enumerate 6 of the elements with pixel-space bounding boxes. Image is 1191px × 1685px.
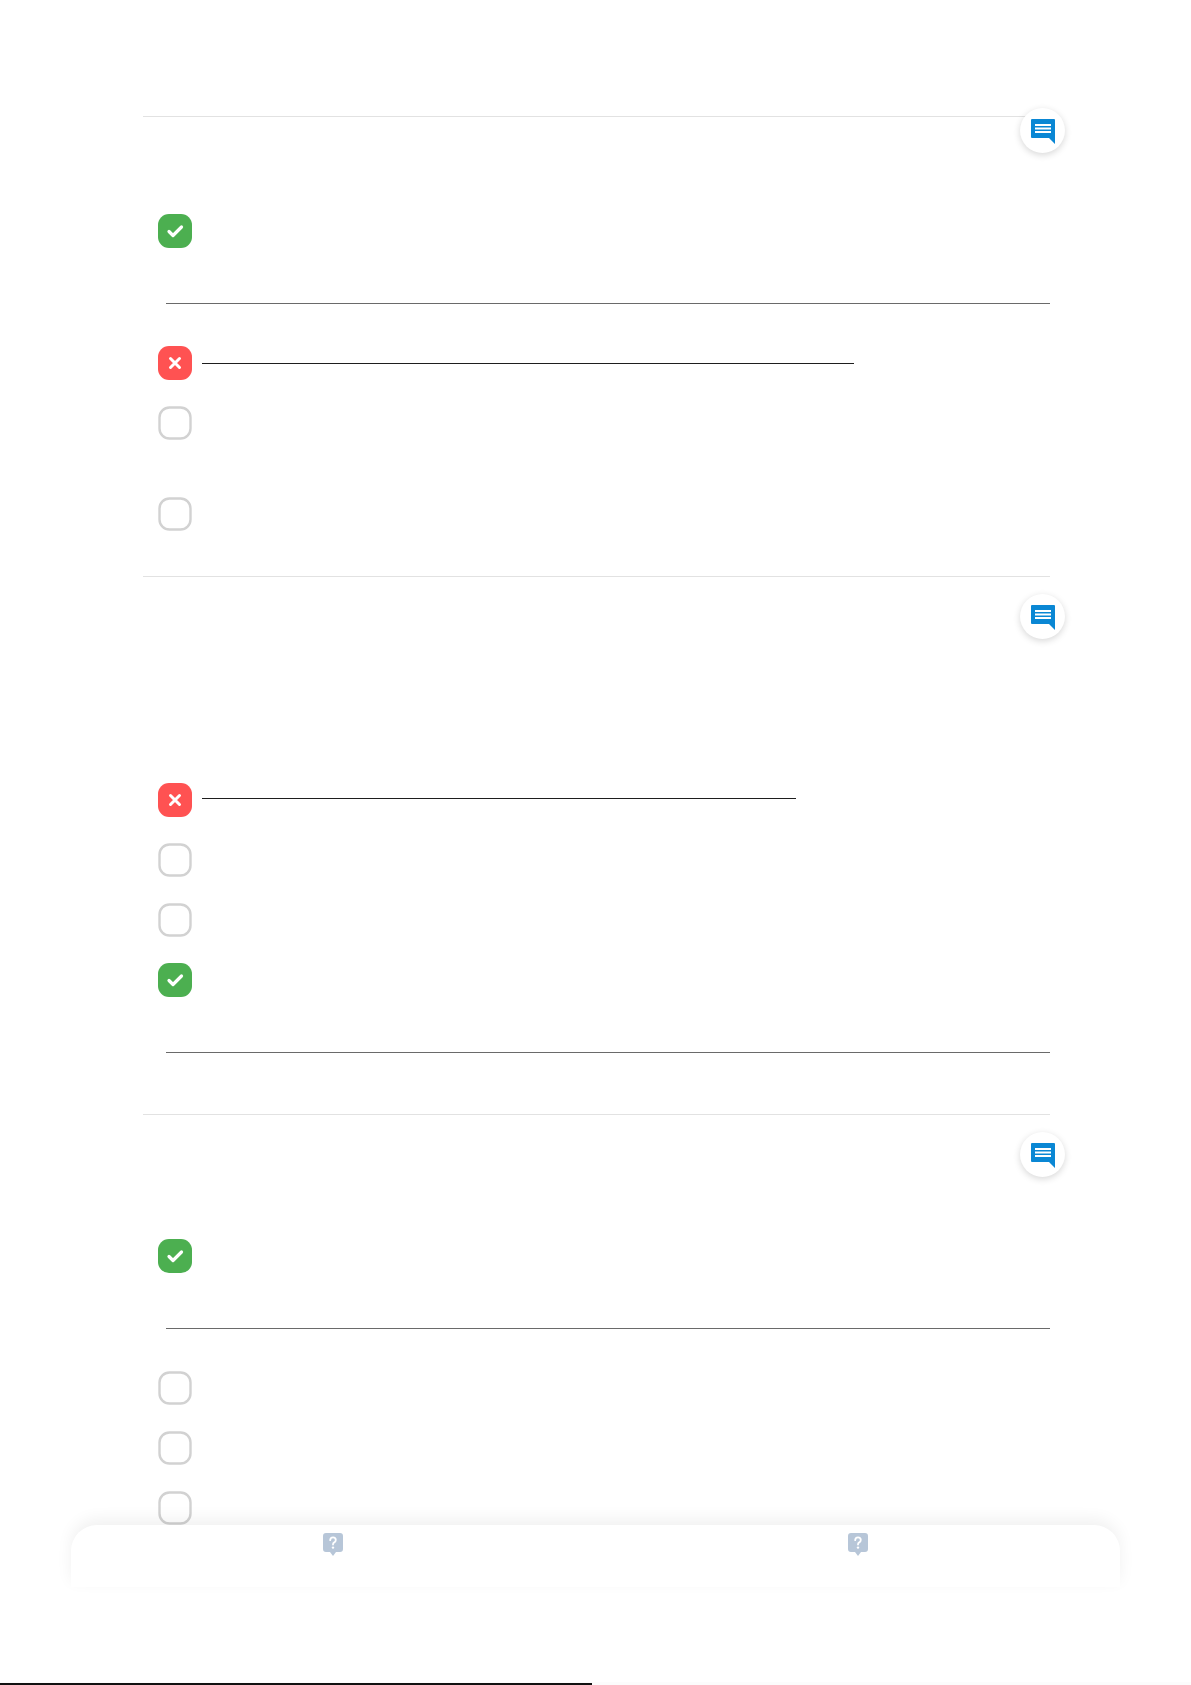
comment-button[interactable]: [1020, 108, 1065, 153]
comment-icon: [1028, 116, 1057, 145]
comment-icon: [1028, 1140, 1057, 1169]
comment-icon: [1028, 602, 1057, 631]
comment-button[interactable]: [1020, 1132, 1065, 1177]
comment-button[interactable]: [1020, 594, 1065, 639]
